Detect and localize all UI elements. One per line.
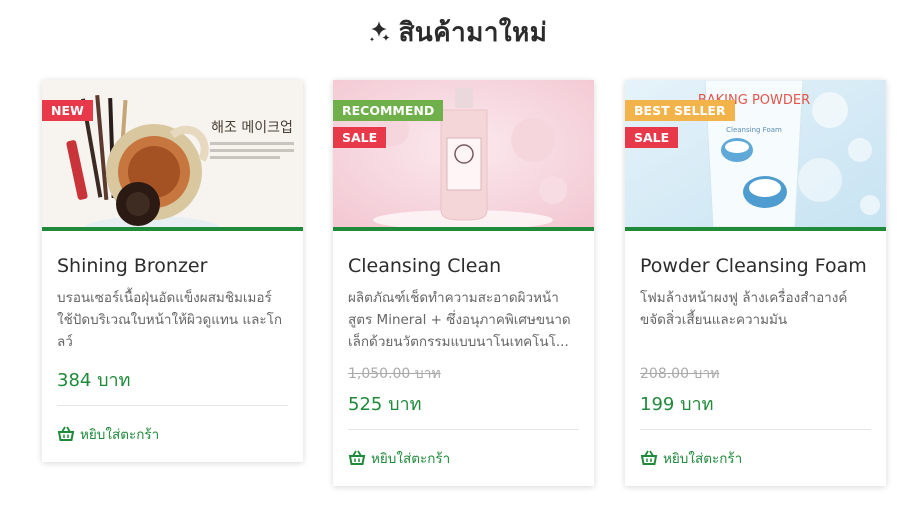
image-subcaption: Cleansing Foam: [726, 126, 782, 134]
badge-best-seller: BEST SELLER: [625, 100, 735, 121]
product-description: ผลิตภัณฑ์เช็ดทำความสะอาดผิวหน้าสูตร Mine…: [348, 290, 571, 350]
accent-bar: [625, 227, 886, 231]
accent-bar: [42, 227, 303, 231]
badge-sale: SALE: [333, 127, 387, 148]
section-header: สินค้ามาใหม่: [0, 14, 914, 50]
add-to-cart-label: หยิบใส่ตะกร้า: [80, 427, 160, 443]
add-to-cart-label: หยิบใส่ตะกร้า: [371, 451, 451, 467]
product-price: 384 บาท: [57, 370, 131, 391]
product-image[interactable]: RECOMMEND SALE: [333, 80, 594, 227]
product-name[interactable]: Powder Cleansing Foam: [640, 255, 871, 281]
section-title: สินค้ามาใหม่: [398, 17, 548, 48]
add-to-cart-button[interactable]: หยิบใส่ตะกร้า: [348, 430, 579, 486]
product-price: 525 บาท: [348, 394, 422, 415]
basket-icon: [640, 450, 658, 465]
product-description: โฟมล้างหน้าผงฟู ล้างเครื่องสำอางค์ ขจัดส…: [640, 290, 848, 328]
basket-icon: [348, 450, 366, 465]
add-to-cart-button[interactable]: หยิบใส่ตะกร้า: [640, 430, 871, 486]
product-card[interactable]: 해조 메이크업 NEW Shining Bronzer บรอนเซอร์เนื…: [42, 80, 303, 462]
product-price: 199 บาท: [640, 394, 714, 415]
product-image[interactable]: BAKING POWDER Cleansing Foam BEST SELLER…: [625, 80, 886, 227]
badge-new: NEW: [42, 100, 93, 121]
original-price: 1,050.00 บาท: [348, 366, 441, 382]
product-image[interactable]: 해조 메이크업 NEW: [42, 80, 303, 227]
accent-bar: [333, 227, 594, 231]
basket-icon: [57, 426, 75, 441]
badge-recommend: RECOMMEND: [333, 100, 444, 121]
add-to-cart-button[interactable]: หยิบใส่ตะกร้า: [57, 406, 288, 462]
product-name[interactable]: Cleansing Clean: [348, 255, 579, 281]
product-description: บรอนเซอร์เนื้อฝุ่นอัดแข็งผสมชิมเมอร์ ใช้…: [57, 290, 283, 350]
badge-sale: SALE: [625, 127, 679, 148]
original-price: 208.00 บาท: [640, 366, 720, 382]
product-name[interactable]: Shining Bronzer: [57, 255, 288, 281]
add-to-cart-label: หยิบใส่ตะกร้า: [663, 451, 743, 467]
sparkle-icon: [369, 21, 390, 42]
image-caption: 해조 메이크업: [211, 120, 293, 136]
product-card[interactable]: BAKING POWDER Cleansing Foam BEST SELLER…: [625, 80, 886, 486]
product-card[interactable]: RECOMMEND SALE Cleansing Clean ผลิตภัณฑ์…: [333, 80, 594, 486]
